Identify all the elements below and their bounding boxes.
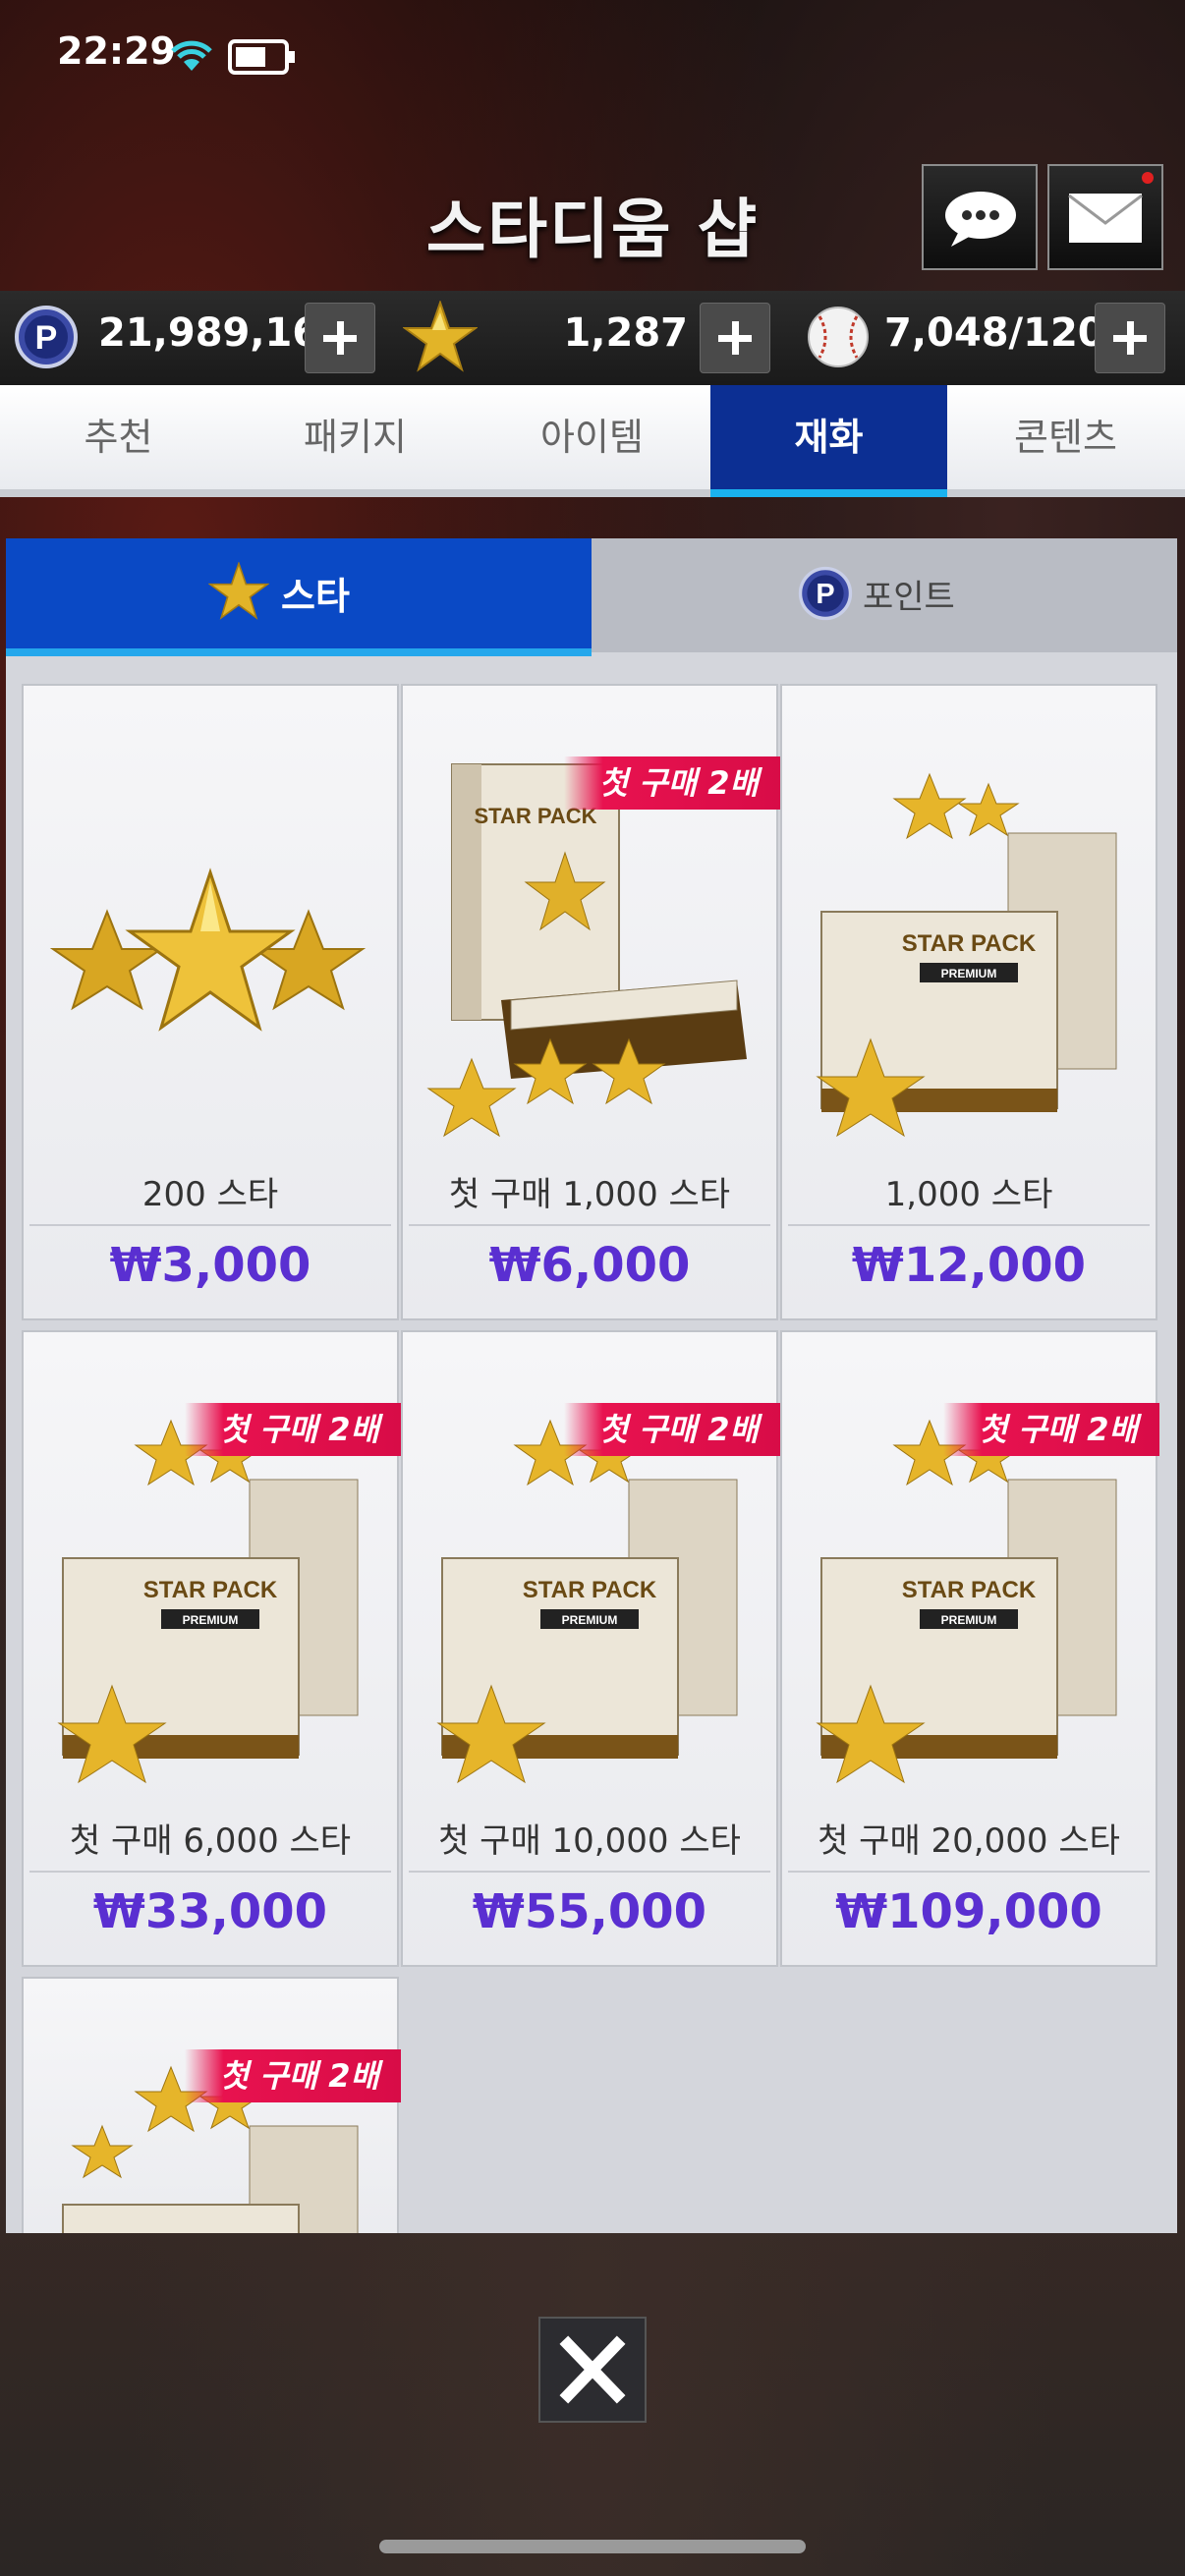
baseball-icon [808,307,869,367]
balls-value: 7,048/120 [884,310,1105,356]
pack-label: STAR PACK [902,930,1037,957]
product-name: 첫 구매 20,000 스타 [818,1821,1120,1861]
divider [29,1224,391,1226]
mail-button[interactable] [1047,164,1163,270]
pack-sublabel: PREMIUM [941,1613,997,1627]
product-name: 200 스타 [141,1175,279,1214]
product-price: ₩109,000 [835,1884,1102,1939]
product-price: ₩6,000 [488,1238,691,1293]
add-balls-button[interactable] [1095,303,1165,373]
stars-value: 1,287 [563,310,688,356]
pack-sublabel: PREMIUM [562,1613,618,1627]
add-points-button[interactable] [305,303,375,373]
star-pack-premium-art [62,2065,359,2233]
product-card[interactable]: STAR PACK PREMIUM 첫 구매 2배 첫 구매 20,000 스타… [780,1330,1159,1967]
star-pack-box-art: STAR PACK [426,763,747,1138]
divider [29,1871,391,1873]
product-card[interactable]: STAR PACK PREMIUM 첫 구매 2배 첫 구매 10,000 스타… [401,1330,780,1967]
first-purchase-ribbon: 첫 구매 2배 [563,1403,780,1456]
tab-package[interactable]: 패키지 [237,385,474,489]
star-pack-premium-art: STAR PACK PREMIUM [57,1419,359,1784]
star-icon [208,562,269,620]
pack-sublabel: PREMIUM [183,1613,239,1627]
battery-icon [228,39,297,79]
shop-panel: 스타 P 포인트 200 스타 ₩3,000 STAR PACK 첫 구매 2배… [6,538,1177,2233]
product-price: ₩33,000 [92,1884,328,1939]
subtab-star[interactable]: 스타 [6,538,592,656]
product-price: ₩55,000 [472,1884,707,1939]
chat-bubble-icon [945,192,1016,247]
product-card[interactable]: STAR PACK PREMIUM 첫 구매 2배 첫 구매 6,000 스타 … [22,1330,401,1967]
star-pack-premium-art: STAR PACK PREMIUM [436,1419,738,1784]
divider [409,1871,770,1873]
subtab-point-label: 포인트 [863,578,955,617]
tab-item[interactable]: 아이템 [474,385,710,489]
svg-text:P: P [35,319,58,357]
star-icon [403,301,478,372]
close-button[interactable] [538,2317,647,2423]
product-price: ₩3,000 [109,1238,311,1293]
status-bar: 22:29 [0,0,1185,108]
points-value: 21,989,163 [98,310,348,356]
star-pack-premium-art: STAR PACK PREMIUM [816,1419,1117,1784]
pack-label: STAR PACK [143,1577,278,1603]
tab-contents[interactable]: 콘텐츠 [947,385,1184,489]
product-name: 첫 구매 10,000 스타 [438,1821,741,1861]
product-card[interactable]: 첫 구매 2배 [22,1977,401,2233]
point-coin-icon: P [798,566,853,621]
chat-button[interactable] [922,164,1038,270]
tab-recommended[interactable]: 추천 [0,385,237,489]
pack-label: STAR PACK [902,1577,1037,1603]
product-card[interactable]: STAR PACK PREMIUM 1,000 스타 ₩12,000 [780,684,1157,1320]
pack-sublabel: PREMIUM [941,967,997,980]
first-purchase-ribbon: 첫 구매 2배 [563,756,780,810]
home-indicator[interactable] [379,2540,806,2553]
shop-tabs: 추천 패키지 아이템 재화 콘텐츠 [0,385,1185,497]
stars-art [49,868,367,1032]
pack-label: STAR PACK [523,1577,657,1603]
divider [788,1224,1150,1226]
product-card[interactable]: STAR PACK 첫 구매 2배 첫 구매 1,000 스타 ₩6,000 [401,684,780,1320]
status-time: 22:29 [57,29,176,73]
notification-dot [1142,172,1154,184]
tab-currency[interactable]: 재화 [710,385,947,497]
svg-text:P: P [816,579,834,610]
subtab-star-label: 스타 [281,575,350,618]
first-purchase-ribbon: 첫 구매 2배 [942,1403,1159,1456]
envelope-icon [1068,194,1143,243]
product-price: ₩12,000 [851,1238,1087,1293]
close-icon [559,2335,626,2404]
divider [409,1224,770,1226]
star-pack-premium-art: STAR PACK PREMIUM [816,772,1117,1138]
add-stars-button[interactable] [700,303,770,373]
first-purchase-ribbon: 첫 구매 2배 [184,1403,401,1456]
currency-bar: P 21,989,163 1,287 7,048/120 [0,291,1185,385]
point-coin-icon: P [15,306,78,368]
wifi-icon [167,35,216,79]
subtab-point[interactable]: P 포인트 [592,538,1177,652]
product-name: 첫 구매 6,000 스타 [69,1821,352,1861]
divider [788,1871,1150,1873]
product-card[interactable]: 200 스타 ₩3,000 [22,684,399,1320]
product-name: 1,000 스타 [884,1175,1053,1214]
first-purchase-ribbon: 첫 구매 2배 [184,2049,401,2102]
product-name: 첫 구매 1,000 스타 [448,1175,731,1214]
